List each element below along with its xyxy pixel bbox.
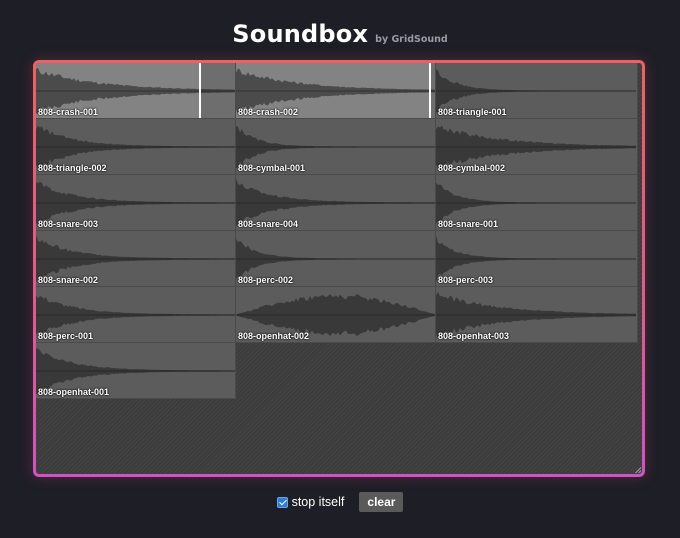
sample-pad[interactable]: 808-openhat-002 [236, 287, 436, 343]
sample-pad[interactable]: 808-snare-001 [436, 175, 638, 231]
sample-pad[interactable]: 808-triangle-002 [36, 119, 236, 175]
sample-pad-label: 808-perc-002 [238, 275, 294, 285]
sample-pad[interactable]: 808-snare-002 [36, 231, 236, 287]
sample-pad-label: 808-openhat-002 [238, 331, 310, 341]
sample-pad[interactable]: 808-snare-003 [36, 175, 236, 231]
sample-pad-label: 808-cymbal-001 [238, 163, 306, 173]
sample-pad-label: 808-snare-003 [38, 219, 99, 229]
sample-pad[interactable]: 808-crash-001 [36, 63, 236, 119]
sample-pad[interactable]: 808-cymbal-001 [236, 119, 436, 175]
sample-pad[interactable]: 808-perc-001 [36, 287, 236, 343]
stop-itself-checkbox[interactable] [276, 496, 288, 508]
sample-pad-label: 808-cymbal-002 [438, 163, 506, 173]
sample-pad[interactable]: 808-perc-003 [436, 231, 638, 287]
sample-pad-label: 808-perc-001 [38, 331, 94, 341]
sample-pad-label: 808-crash-002 [238, 107, 299, 117]
app-header: Soundbox by GridSound [0, 20, 680, 54]
sample-pad[interactable]: 808-crash-002 [236, 63, 436, 119]
sample-pad-label: 808-triangle-002 [38, 163, 107, 173]
sample-pad-label: 808-crash-001 [38, 107, 99, 117]
pad-grid: 808-openhat-001 808-openhat-003 808-openha… [36, 63, 642, 474]
clear-button[interactable]: clear [359, 492, 404, 512]
playhead-cursor [199, 63, 202, 118]
app-title: Soundbox [232, 20, 369, 48]
sample-pad[interactable]: 808-openhat-003 [436, 287, 638, 343]
playhead-cursor [429, 63, 432, 118]
resize-grip-icon[interactable] [635, 467, 641, 473]
app-byline: by GridSound [375, 34, 448, 45]
sample-pad[interactable]: 808-openhat-001 [36, 343, 236, 399]
sample-pad-label: 808-perc-003 [438, 275, 494, 285]
stop-itself-toggle[interactable]: stop itself [276, 495, 345, 509]
sample-pad-label: 808-openhat-003 [438, 331, 510, 341]
sample-pad[interactable]: 808-cymbal-002 [436, 119, 638, 175]
sample-pad-label: 808-openhat-001 [38, 387, 110, 397]
stop-itself-label: stop itself [291, 495, 345, 509]
sample-pad[interactable]: 808-perc-002 [236, 231, 436, 287]
sample-pad[interactable]: 808-snare-004 [236, 175, 436, 231]
sample-pad[interactable]: 808-triangle-001 [436, 63, 638, 119]
sample-pad-label: 808-triangle-001 [438, 107, 507, 117]
sample-pad-label: 808-snare-004 [238, 219, 299, 229]
soundbox-panel: 808-openhat-001 808-openhat-003 808-openha… [33, 60, 645, 477]
sample-pad-label: 808-snare-001 [438, 219, 499, 229]
footer-controls: stop itself clear [0, 491, 680, 513]
sample-pad-label: 808-snare-002 [38, 275, 99, 285]
